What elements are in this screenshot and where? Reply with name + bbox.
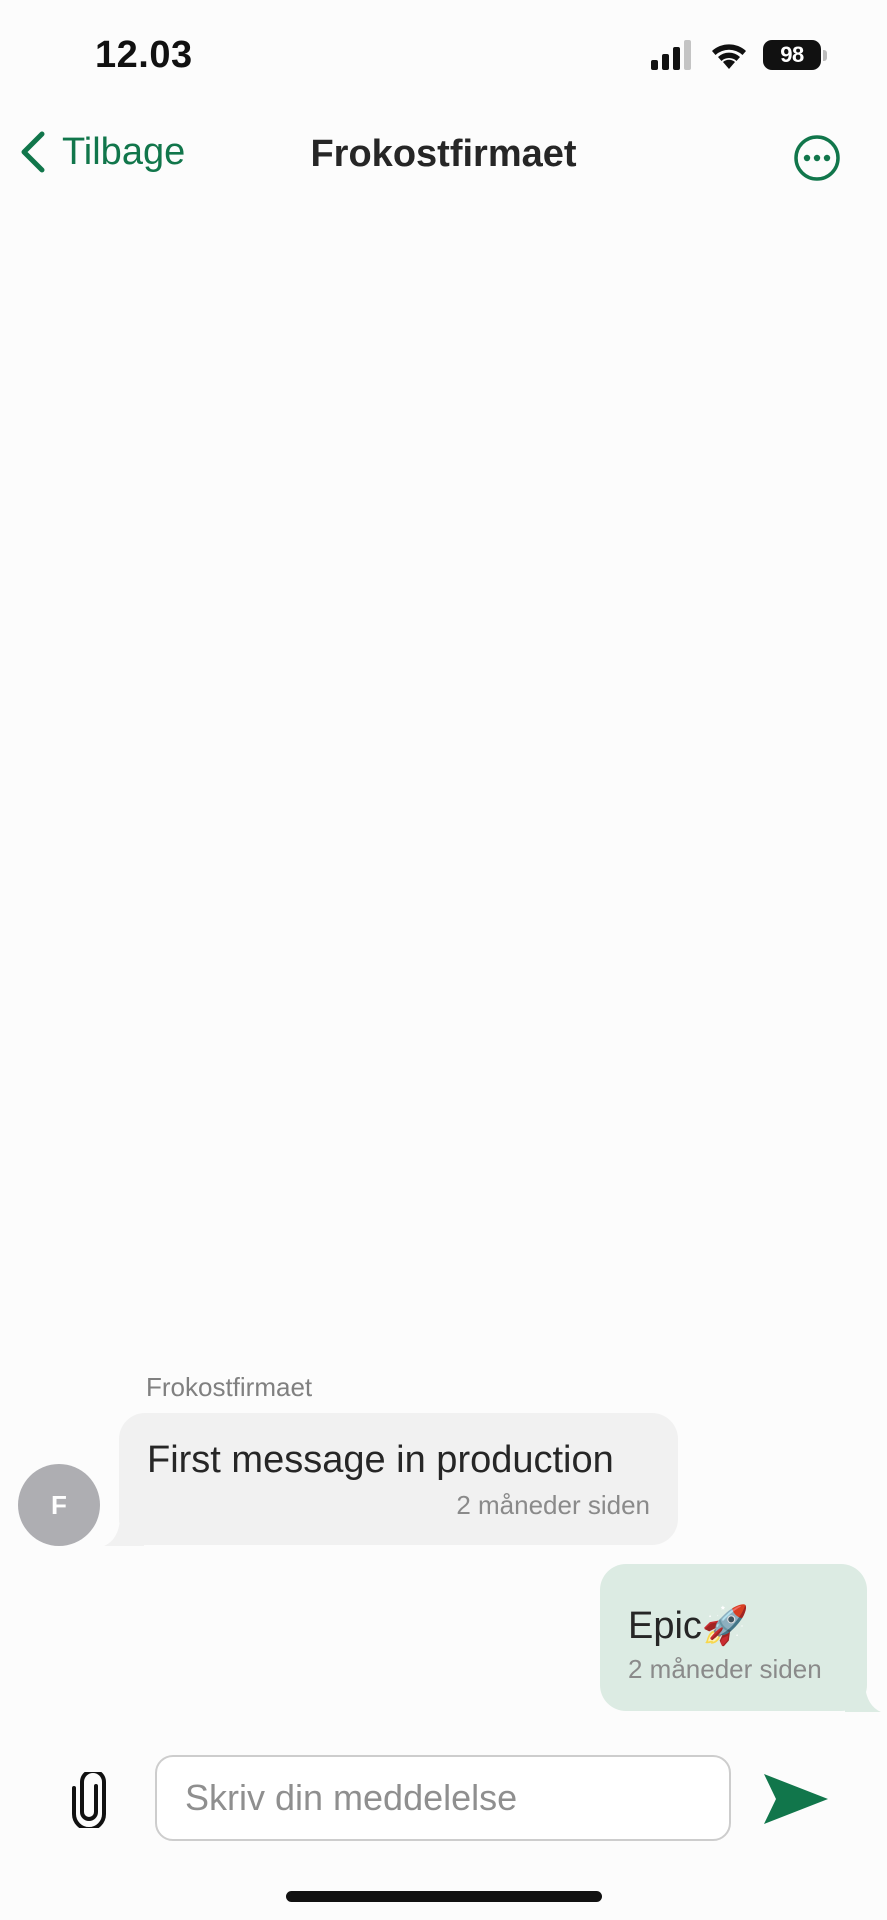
- outgoing-message-time: 2 måneder siden: [628, 1654, 822, 1684]
- send-icon[interactable]: [762, 1770, 830, 1828]
- avatar[interactable]: F: [18, 1464, 100, 1546]
- battery-icon: 98: [763, 40, 821, 70]
- page-title: Frokostfirmaet: [310, 133, 577, 175]
- signal-icon: [651, 40, 691, 70]
- message-input[interactable]: [155, 1755, 731, 1841]
- battery-level: 98: [780, 42, 804, 67]
- home-indicator: [286, 1891, 602, 1902]
- incoming-message-bubble[interactable]: First message in production 2 måneder si…: [119, 1413, 678, 1545]
- message-sender-name: Frokostfirmaet: [146, 1372, 313, 1402]
- status-icons: 98: [651, 40, 827, 70]
- wifi-icon: [712, 44, 746, 69]
- status-time: 12.03: [95, 34, 193, 76]
- incoming-message-time: 2 måneder siden: [456, 1490, 650, 1520]
- paperclip-icon[interactable]: [64, 1772, 114, 1828]
- battery-nub: [823, 49, 827, 61]
- outgoing-message-bubble[interactable]: Epic🚀 2 måneder siden: [600, 1564, 867, 1711]
- avatar-initial: F: [51, 1489, 67, 1520]
- incoming-message-text: First message in production: [147, 1439, 614, 1481]
- more-options-icon[interactable]: [793, 134, 841, 182]
- outgoing-message-text: Epic🚀: [628, 1605, 750, 1647]
